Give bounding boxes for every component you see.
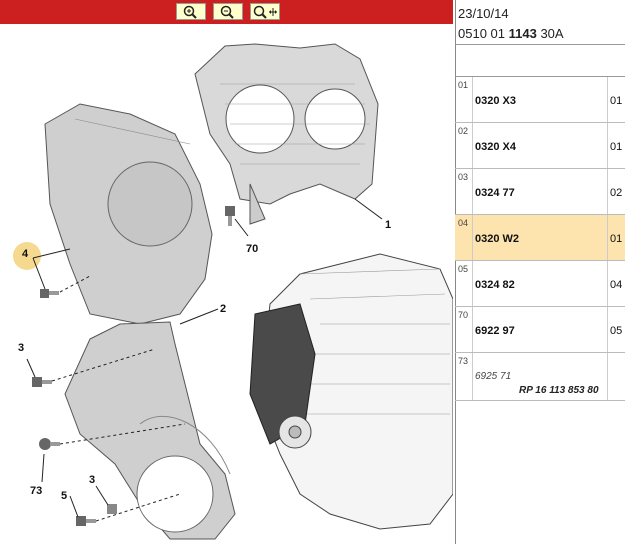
part-reference: 0320 X4 xyxy=(475,141,516,153)
column-divider xyxy=(607,307,608,352)
part-reference: 0320 X3 xyxy=(475,95,516,107)
column-divider xyxy=(607,169,608,214)
part-quantity: 01 xyxy=(610,233,623,245)
row-index: 73 xyxy=(458,356,469,366)
part-quantity: 02 xyxy=(610,187,623,199)
parts-row[interactable]: 01 0320 X3 01 xyxy=(455,77,625,123)
part-reference: 6925 71 xyxy=(475,371,512,382)
parts-illustration xyxy=(13,43,453,540)
callout-70[interactable]: 70 xyxy=(246,243,258,255)
column-divider xyxy=(607,215,608,260)
parts-row[interactable]: 03 0324 77 02 xyxy=(455,169,625,215)
catalog-code: 0510 01 1143 30A xyxy=(458,26,564,41)
engine-block xyxy=(249,253,453,530)
column-divider xyxy=(472,77,473,122)
code-bold: 1143 xyxy=(508,26,537,41)
callout-4[interactable]: 4 xyxy=(22,248,28,260)
callout-73[interactable]: 73 xyxy=(30,485,42,497)
bolt-73 xyxy=(39,438,60,450)
zoom-out-button[interactable] xyxy=(213,3,243,20)
part-reference: 0320 W2 xyxy=(475,233,520,245)
parts-row[interactable]: 73 6925 71 RP 16 113 853 80 xyxy=(455,353,625,401)
column-divider xyxy=(607,123,608,168)
divider xyxy=(455,44,625,45)
zoom-in-button[interactable] xyxy=(176,3,206,20)
column-divider xyxy=(607,261,608,306)
code-suffix: 30A xyxy=(540,26,564,41)
fit-view-icon xyxy=(253,5,277,19)
part-quantity: 01 xyxy=(610,141,623,153)
column-divider xyxy=(472,123,473,168)
toolbar xyxy=(0,0,453,24)
bolt-4 xyxy=(40,289,59,298)
replacement-note: RP 16 113 853 80 xyxy=(519,385,599,396)
row-index: 70 xyxy=(458,310,469,320)
bolt-5 xyxy=(76,516,96,526)
column-divider xyxy=(607,353,608,400)
parts-row[interactable]: 02 0320 X4 01 xyxy=(455,123,625,169)
callout-3a[interactable]: 3 xyxy=(18,342,24,354)
exploded-parts-diagram: 1 2 3 3 4 5 70 73 xyxy=(0,24,453,544)
fit-view-button[interactable] xyxy=(250,3,280,20)
column-divider xyxy=(472,169,473,214)
part-reference: 0324 82 xyxy=(475,279,515,291)
row-index: 04 xyxy=(458,218,469,228)
left-timing-cover xyxy=(44,103,213,325)
row-index: 03 xyxy=(458,172,469,182)
row-index: 05 xyxy=(458,264,469,274)
callout-1[interactable]: 1 xyxy=(385,219,391,231)
row-index: 01 xyxy=(458,80,469,90)
part-quantity: 04 xyxy=(610,279,623,291)
column-divider xyxy=(472,215,473,260)
callout-2[interactable]: 2 xyxy=(220,303,226,315)
column-divider xyxy=(472,353,473,400)
column-divider xyxy=(472,261,473,306)
part-reference: 0324 77 xyxy=(475,187,515,199)
part-reference: 6922 97 xyxy=(475,325,515,337)
bolt-3a xyxy=(32,377,52,387)
parts-row-selected[interactable]: 04 0320 W2 01 xyxy=(455,215,625,261)
column-divider xyxy=(607,77,608,122)
callout-5[interactable]: 5 xyxy=(61,490,67,502)
code-prefix: 0510 01 xyxy=(458,26,505,41)
parts-row[interactable]: 05 0324 82 04 xyxy=(455,261,625,307)
upper-timing-cover xyxy=(194,43,379,225)
part-quantity: 05 xyxy=(610,325,623,337)
bolt-3b xyxy=(107,504,117,514)
column-divider xyxy=(472,307,473,352)
parts-row[interactable]: 70 6922 97 05 xyxy=(455,307,625,353)
row-index: 02 xyxy=(458,126,469,136)
zoom-in-icon xyxy=(183,5,197,19)
lower-timing-cover xyxy=(64,321,236,540)
bolt-70 xyxy=(225,206,235,226)
callout-3b[interactable]: 3 xyxy=(89,474,95,486)
catalog-date: 23/10/14 xyxy=(458,6,509,21)
zoom-out-icon xyxy=(220,5,234,19)
part-quantity: 01 xyxy=(610,95,623,107)
parts-list-panel: 23/10/14 0510 01 1143 30A 01 0320 X3 01 … xyxy=(455,0,625,544)
